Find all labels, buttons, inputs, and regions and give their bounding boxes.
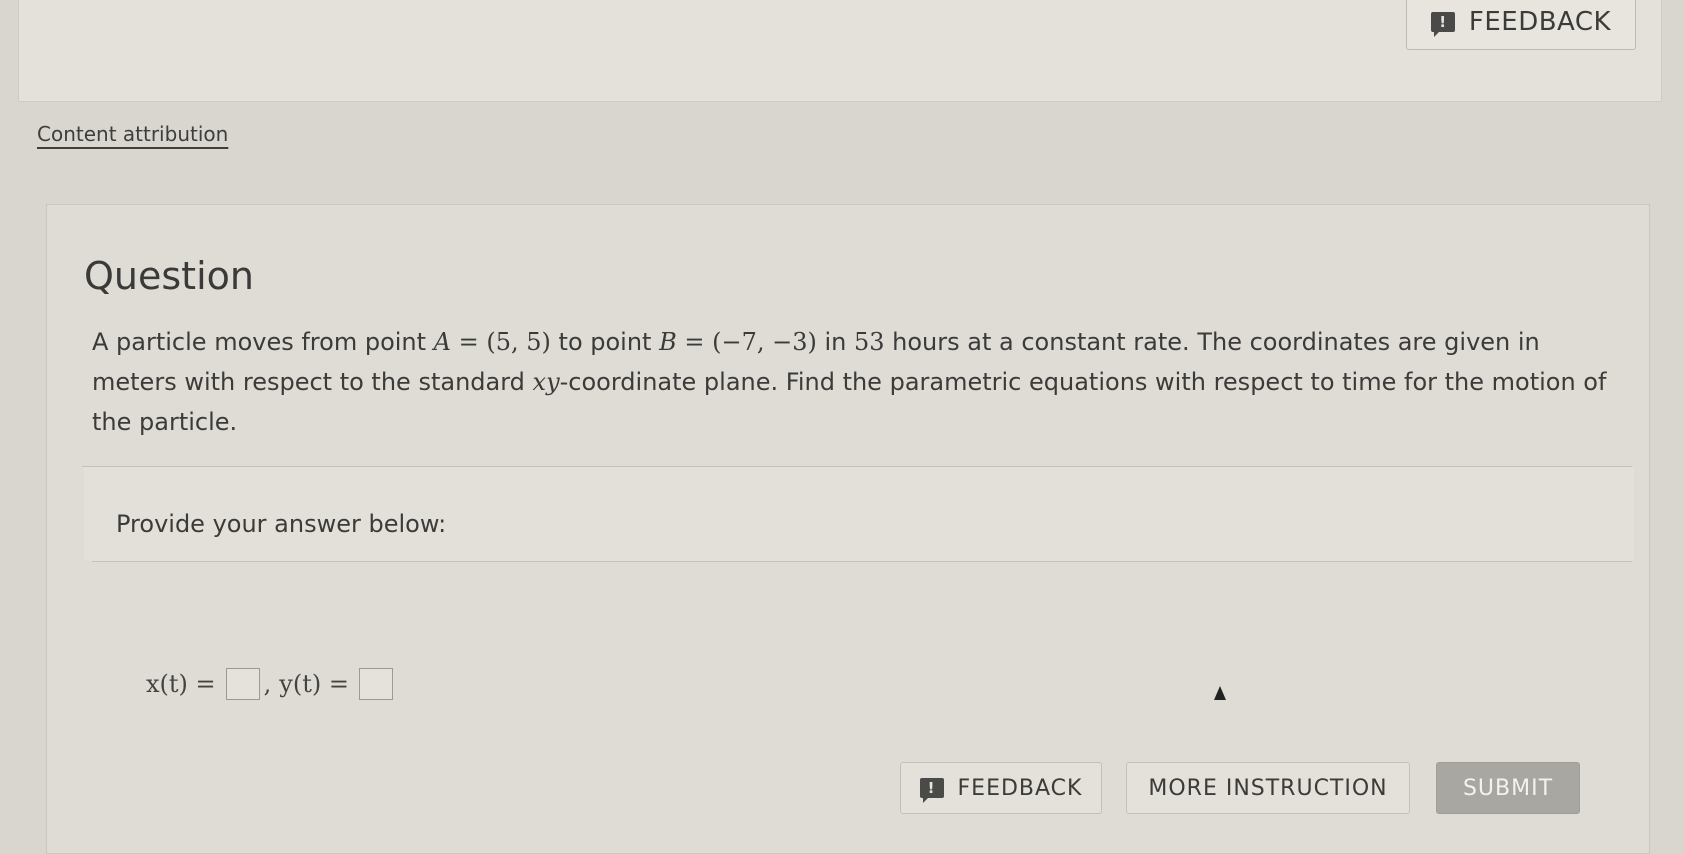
answer-row: x(t) = , y(t) = xyxy=(146,668,397,700)
feedback-icon: ! xyxy=(1430,12,1455,37)
x-answer-input[interactable] xyxy=(225,668,260,700)
more-instruction-button[interactable]: MORE INSTRUCTION xyxy=(1126,762,1410,814)
feedback-top-button[interactable]: ! FEEDBACK xyxy=(1406,0,1636,50)
x-equation-label: x(t) = xyxy=(146,670,216,698)
y-answer-input[interactable] xyxy=(358,668,393,700)
xy-label: xy xyxy=(532,368,560,396)
point-a: A = (5, 5) xyxy=(433,328,551,356)
hours-value: 53 xyxy=(853,328,885,356)
feedback-icon: ! xyxy=(919,778,944,803)
submit-button[interactable]: SUBMIT xyxy=(1436,762,1580,814)
feedback-button[interactable]: ! FEEDBACK xyxy=(900,762,1102,814)
question-text-part: A particle moves from point xyxy=(92,328,434,356)
divider xyxy=(92,561,1632,562)
answer-separator: , xyxy=(263,670,272,698)
feedback-button-label: FEEDBACK xyxy=(957,775,1083,801)
question-text-part: in xyxy=(816,328,854,356)
question-text: A particle moves from point A = (5, 5) t… xyxy=(92,322,1612,442)
point-b: B = (−7, −3) xyxy=(659,328,817,356)
feedback-top-label: FEEDBACK xyxy=(1468,7,1612,37)
y-equation-label: y(t) = xyxy=(279,670,349,698)
content-attribution-link[interactable]: Content attribution xyxy=(37,122,228,146)
question-text-part: to point xyxy=(550,328,660,356)
question-title: Question xyxy=(84,254,254,298)
mouse-cursor-icon xyxy=(1214,686,1226,700)
answer-prompt: Provide your answer below: xyxy=(116,510,447,538)
